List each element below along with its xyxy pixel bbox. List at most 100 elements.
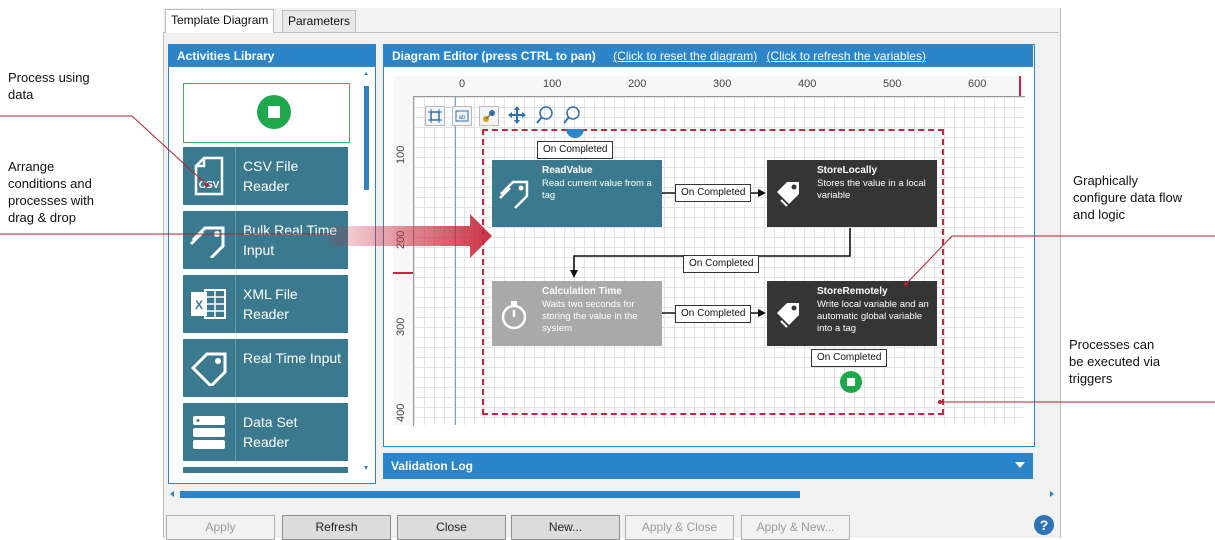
node-description: Waits two seconds for storing the value … [542, 299, 638, 334]
node-description: Stores the value in a local variable [817, 178, 926, 201]
tab-parameters[interactable]: Parameters [282, 10, 357, 32]
node-title: Calculation Time [542, 286, 622, 297]
ruler-top: 0 100 200 300 400 500 600 [393, 76, 1025, 97]
csv-file-icon: CSV [183, 147, 236, 205]
library-item-label: Data Set Reader [243, 414, 298, 450]
zoom-out-button[interactable] [562, 105, 582, 125]
annotation-line: triggers [1069, 371, 1113, 386]
refresh-button[interactable]: Refresh [282, 515, 391, 540]
fit-to-screen-button[interactable] [425, 106, 445, 126]
connector-icon [483, 110, 495, 122]
tab-template-diagram[interactable]: Template Diagram [165, 9, 275, 33]
tag-icon [499, 180, 529, 209]
library-item-bulk-real-time-input[interactable]: Bulk Real Time Input [183, 211, 348, 269]
editor-header: Diagram Editor (press CTRL to pan) (Clic… [384, 45, 1033, 67]
node-title: ReadValue [542, 165, 593, 176]
annotation-line: drag & drop [8, 210, 76, 225]
annotation-line: Process using [8, 70, 90, 85]
pan-button[interactable] [508, 106, 526, 124]
tag-icon [183, 339, 236, 397]
library-item-label: XML File Reader [243, 286, 298, 322]
connector-label[interactable]: On Completed [675, 305, 752, 323]
node-read-value[interactable]: ReadValue Read current value from a tag [492, 160, 662, 227]
node-description: Read current value from a tag [542, 178, 652, 201]
node-store-locally[interactable]: StoreLocally Stores the value in a local… [767, 160, 937, 227]
connector-label[interactable]: On Completed [675, 184, 752, 202]
library-item-csv-file-reader[interactable]: CSV CSV File Reader [183, 147, 348, 205]
apply-button[interactable]: Apply [166, 515, 275, 540]
annotation-line: conditions and [8, 176, 92, 191]
annotation-line: Graphically [1073, 173, 1139, 188]
expand-icon [1015, 462, 1025, 468]
help-icon[interactable]: ? [1034, 515, 1054, 535]
node-store-remotely[interactable]: StoreRemotely Write local variable and a… [767, 281, 937, 346]
node-description: Write local variable and an automatic gl… [817, 299, 929, 334]
node-calculation-time[interactable]: Calculation Time Waits two seconds for s… [492, 281, 662, 346]
connector-button[interactable] [479, 106, 499, 126]
editor-title: Diagram Editor (press CTRL to pan) [392, 49, 596, 63]
library-item-label: CSV File Reader [243, 158, 299, 194]
library-title: Activities Library [169, 45, 375, 67]
svg-text:CSV: CSV [199, 180, 220, 191]
validation-log-header[interactable]: Validation Log [383, 453, 1033, 479]
close-button[interactable]: Close [397, 515, 506, 540]
apply-close-button[interactable]: Apply & Close [625, 515, 734, 540]
node-title: StoreLocally [817, 165, 878, 176]
tag-multiple-icon [183, 211, 236, 269]
library-item-label: Real Time Input [243, 350, 342, 366]
ruler-position-marker [393, 272, 413, 274]
reset-diagram-link[interactable]: (Click to reset the diagram) [613, 49, 757, 63]
zoom-in-button[interactable] [535, 105, 555, 125]
annotation-line: and logic [1073, 207, 1126, 222]
stop-activity[interactable] [183, 83, 350, 143]
connector-label[interactable]: On Completed [537, 141, 614, 159]
library-item-real-time-input[interactable]: Real Time Input [183, 339, 348, 397]
zoom-in-icon [536, 106, 553, 124]
ruler-tick: 400 [798, 78, 817, 90]
annotation-processes-triggers: Processes can be executed via triggers [1069, 336, 1160, 387]
library-item-data-set-reader[interactable]: Data Set Reader [183, 403, 348, 461]
annotation-line: processes with [8, 193, 94, 208]
svg-text:X: X [195, 298, 203, 312]
ruler-tick: 100 [543, 78, 562, 90]
library-scrollbar[interactable] [362, 72, 370, 472]
ruler-tick: 0 [459, 78, 466, 90]
connector-label[interactable]: On Completed [811, 349, 888, 367]
annotation-line: data [8, 87, 34, 102]
new-button[interactable]: New... [511, 515, 620, 540]
node-title: StoreRemotely [817, 286, 888, 297]
annotation-arrange: Arrange conditions and processes with dr… [8, 158, 94, 226]
apply-new-button[interactable]: Apply & New... [741, 515, 850, 540]
stop-node[interactable] [839, 370, 863, 394]
ruler-tick: 400 [395, 403, 407, 422]
annotation-process-using-data: Process using data [8, 69, 90, 103]
tags-icon [777, 303, 799, 328]
ruler-tick: 200 [395, 230, 407, 249]
ruler-tick: 100 [395, 145, 407, 164]
annotation-line: Arrange [8, 159, 55, 174]
connector-label[interactable]: On Completed [683, 255, 760, 273]
annotation-line: Processes can [1069, 337, 1155, 352]
text-label-button[interactable]: ab [452, 106, 472, 126]
ruler-tick: 200 [628, 78, 647, 90]
library-item-label: Bulk Real Time Input [243, 222, 338, 258]
fit-icon [428, 109, 442, 123]
canvas-guide-line [455, 97, 456, 425]
excel-icon: X [183, 275, 236, 333]
database-icon [183, 403, 236, 461]
ruler-tick: 600 [968, 78, 987, 90]
annotation-line: configure data flow [1073, 190, 1183, 205]
text-label-icon: ab [455, 110, 469, 122]
validation-log-title: Validation Log [391, 459, 474, 473]
tags-icon [777, 182, 799, 207]
move-icon [508, 106, 526, 124]
annotation-line: be executed via [1069, 354, 1161, 369]
library-item-xml-file-reader[interactable]: X XML File Reader [183, 275, 348, 333]
library-item-partial [183, 467, 348, 473]
ruler-tick: 300 [713, 78, 732, 90]
horizontal-scrollbar[interactable] [168, 489, 1056, 499]
ruler-tick: 500 [883, 78, 902, 90]
refresh-variables-link[interactable]: (Click to refresh the variables) [767, 49, 926, 63]
activities-library: Activities Library CSV CSV File Reader B… [168, 44, 376, 484]
ruler-tick: 300 [395, 317, 407, 336]
